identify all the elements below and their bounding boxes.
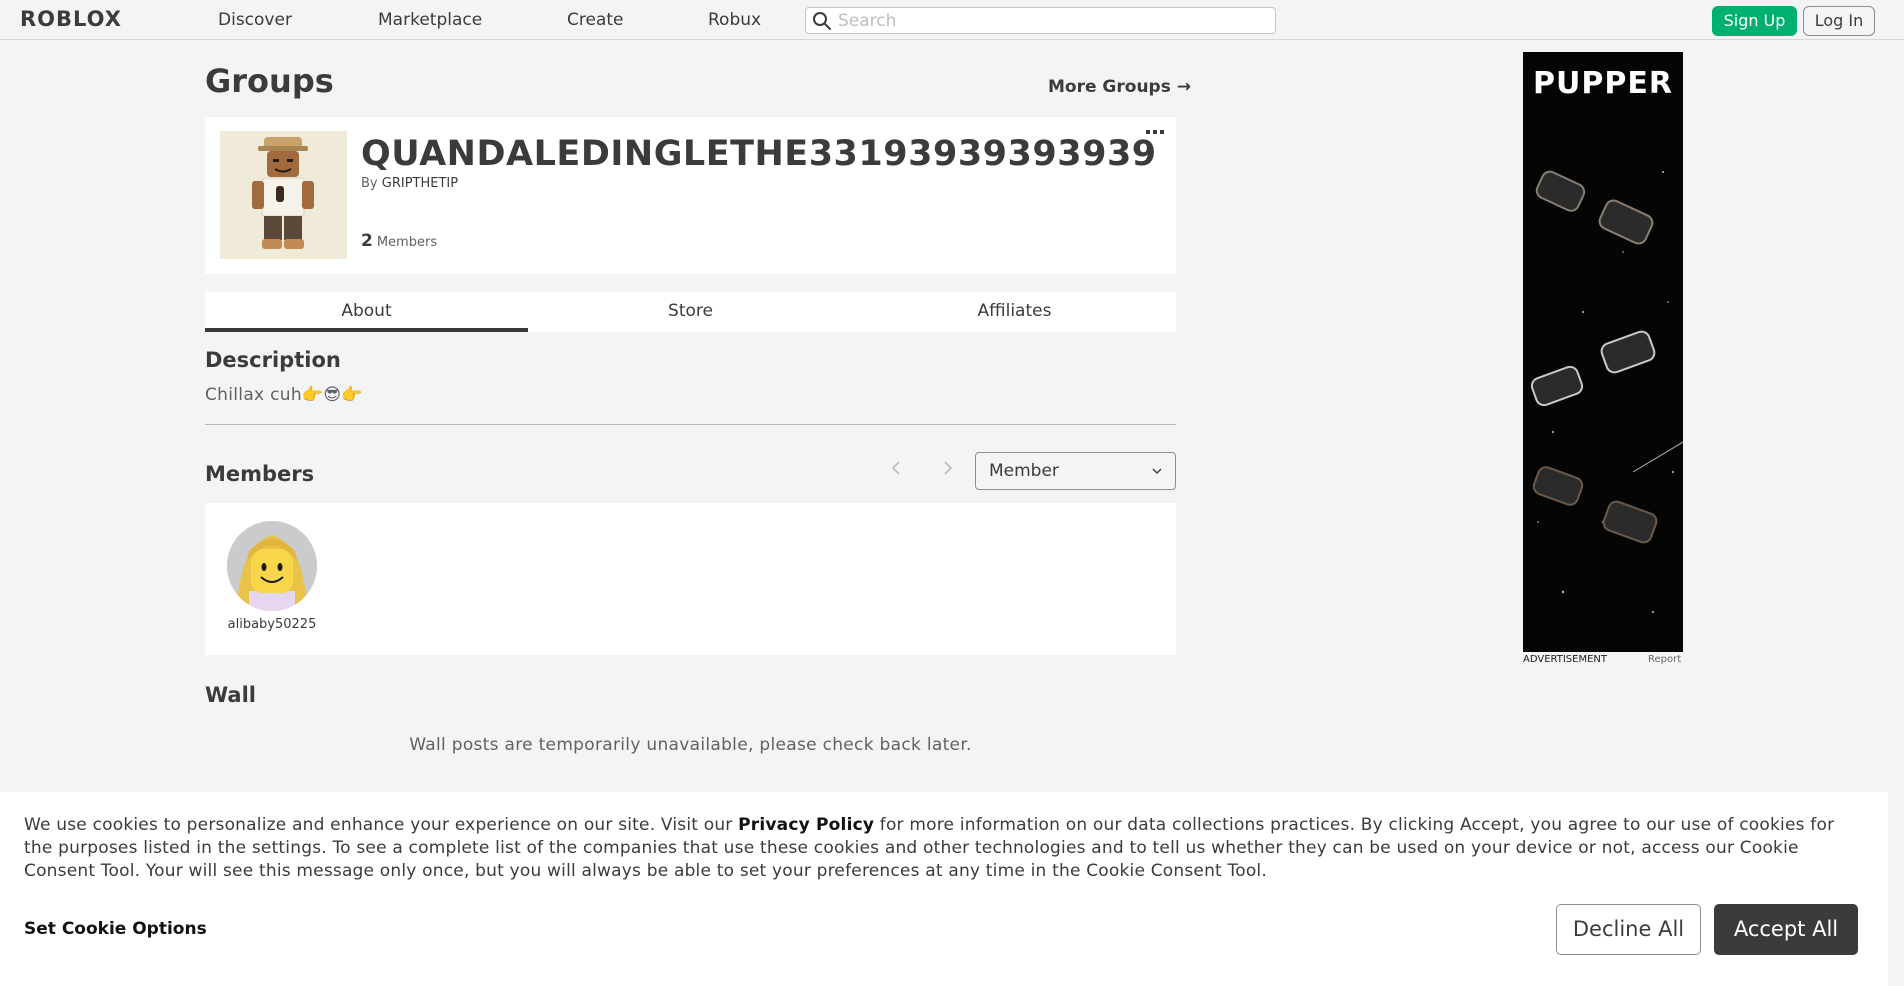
tab-affiliates[interactable]: Affiliates bbox=[853, 292, 1176, 332]
group-name: QUANDALEDINGLETHE33193939393939 bbox=[361, 134, 1157, 174]
tab-about[interactable]: About bbox=[205, 292, 528, 332]
wall-heading: Wall bbox=[205, 683, 256, 707]
advertisement-banner[interactable]: PUPPER bbox=[1523, 52, 1683, 652]
wall-unavailable-message: Wall posts are temporarily unavailable, … bbox=[409, 735, 972, 755]
top-navigation-bar: ROBLOX Discover Marketplace Create Robux… bbox=[0, 0, 1904, 40]
member-count: 2 Members bbox=[361, 231, 437, 251]
members-heading: Members bbox=[205, 462, 315, 486]
more-options-icon[interactable] bbox=[1145, 127, 1165, 139]
accept-all-button[interactable]: Accept All bbox=[1714, 904, 1858, 955]
set-cookie-options-link[interactable]: Set Cookie Options bbox=[24, 919, 207, 939]
nav-link-marketplace[interactable]: Marketplace bbox=[378, 10, 482, 30]
sign-up-button[interactable]: Sign Up bbox=[1712, 6, 1797, 36]
cookie-consent-banner: We use cookies to personalize and enhanc… bbox=[0, 792, 1888, 986]
avatar[interactable] bbox=[227, 521, 317, 611]
more-groups-link[interactable]: More Groups → bbox=[1048, 77, 1191, 97]
role-filter-dropdown[interactable]: Member bbox=[975, 452, 1176, 490]
group-owner-line: By GRIPTHETIP bbox=[361, 176, 458, 191]
ad-report-link[interactable]: Report bbox=[1648, 654, 1681, 665]
group-owner-link[interactable]: GRIPTHETIP bbox=[382, 176, 458, 191]
nav-link-discover[interactable]: Discover bbox=[218, 10, 292, 30]
chevron-down-icon bbox=[1152, 468, 1162, 474]
description-heading: Description bbox=[205, 348, 341, 372]
chevron-left-icon[interactable] bbox=[888, 457, 904, 479]
group-header-card: QUANDALEDINGLETHE33193939393939 By GRIPT… bbox=[205, 117, 1176, 274]
chevron-right-icon[interactable] bbox=[940, 457, 956, 479]
log-in-button[interactable]: Log In bbox=[1803, 6, 1875, 36]
members-list: alibaby50225 bbox=[205, 503, 1176, 655]
cookie-message: We use cookies to personalize and enhanc… bbox=[24, 814, 1864, 883]
search-box[interactable] bbox=[805, 7, 1276, 34]
member-count-value: 2 bbox=[361, 231, 373, 251]
cookie-text-before: We use cookies to personalize and enhanc… bbox=[24, 815, 739, 835]
member-username[interactable]: alibaby50225 bbox=[217, 617, 327, 632]
member-count-label: Members bbox=[376, 235, 438, 250]
page-title: Groups bbox=[205, 62, 334, 100]
group-tabs: About Store Affiliates bbox=[205, 292, 1176, 332]
search-icon[interactable] bbox=[812, 11, 832, 31]
description-text: Chillax cuh👉😎👉 bbox=[205, 385, 363, 405]
by-label: By bbox=[361, 176, 382, 191]
privacy-policy-link[interactable]: Privacy Policy bbox=[738, 815, 874, 835]
role-filter-value: Member bbox=[989, 461, 1059, 481]
search-input[interactable] bbox=[838, 8, 1268, 33]
group-emblem-image bbox=[220, 131, 347, 259]
section-divider bbox=[205, 424, 1176, 425]
roblox-logo[interactable]: ROBLOX bbox=[20, 7, 122, 31]
advertisement-label: ADVERTISEMENT bbox=[1523, 654, 1608, 665]
decline-all-button[interactable]: Decline All bbox=[1556, 904, 1701, 955]
nav-link-create[interactable]: Create bbox=[567, 10, 624, 30]
nav-link-robux[interactable]: Robux bbox=[708, 10, 761, 30]
tab-store[interactable]: Store bbox=[529, 292, 852, 332]
